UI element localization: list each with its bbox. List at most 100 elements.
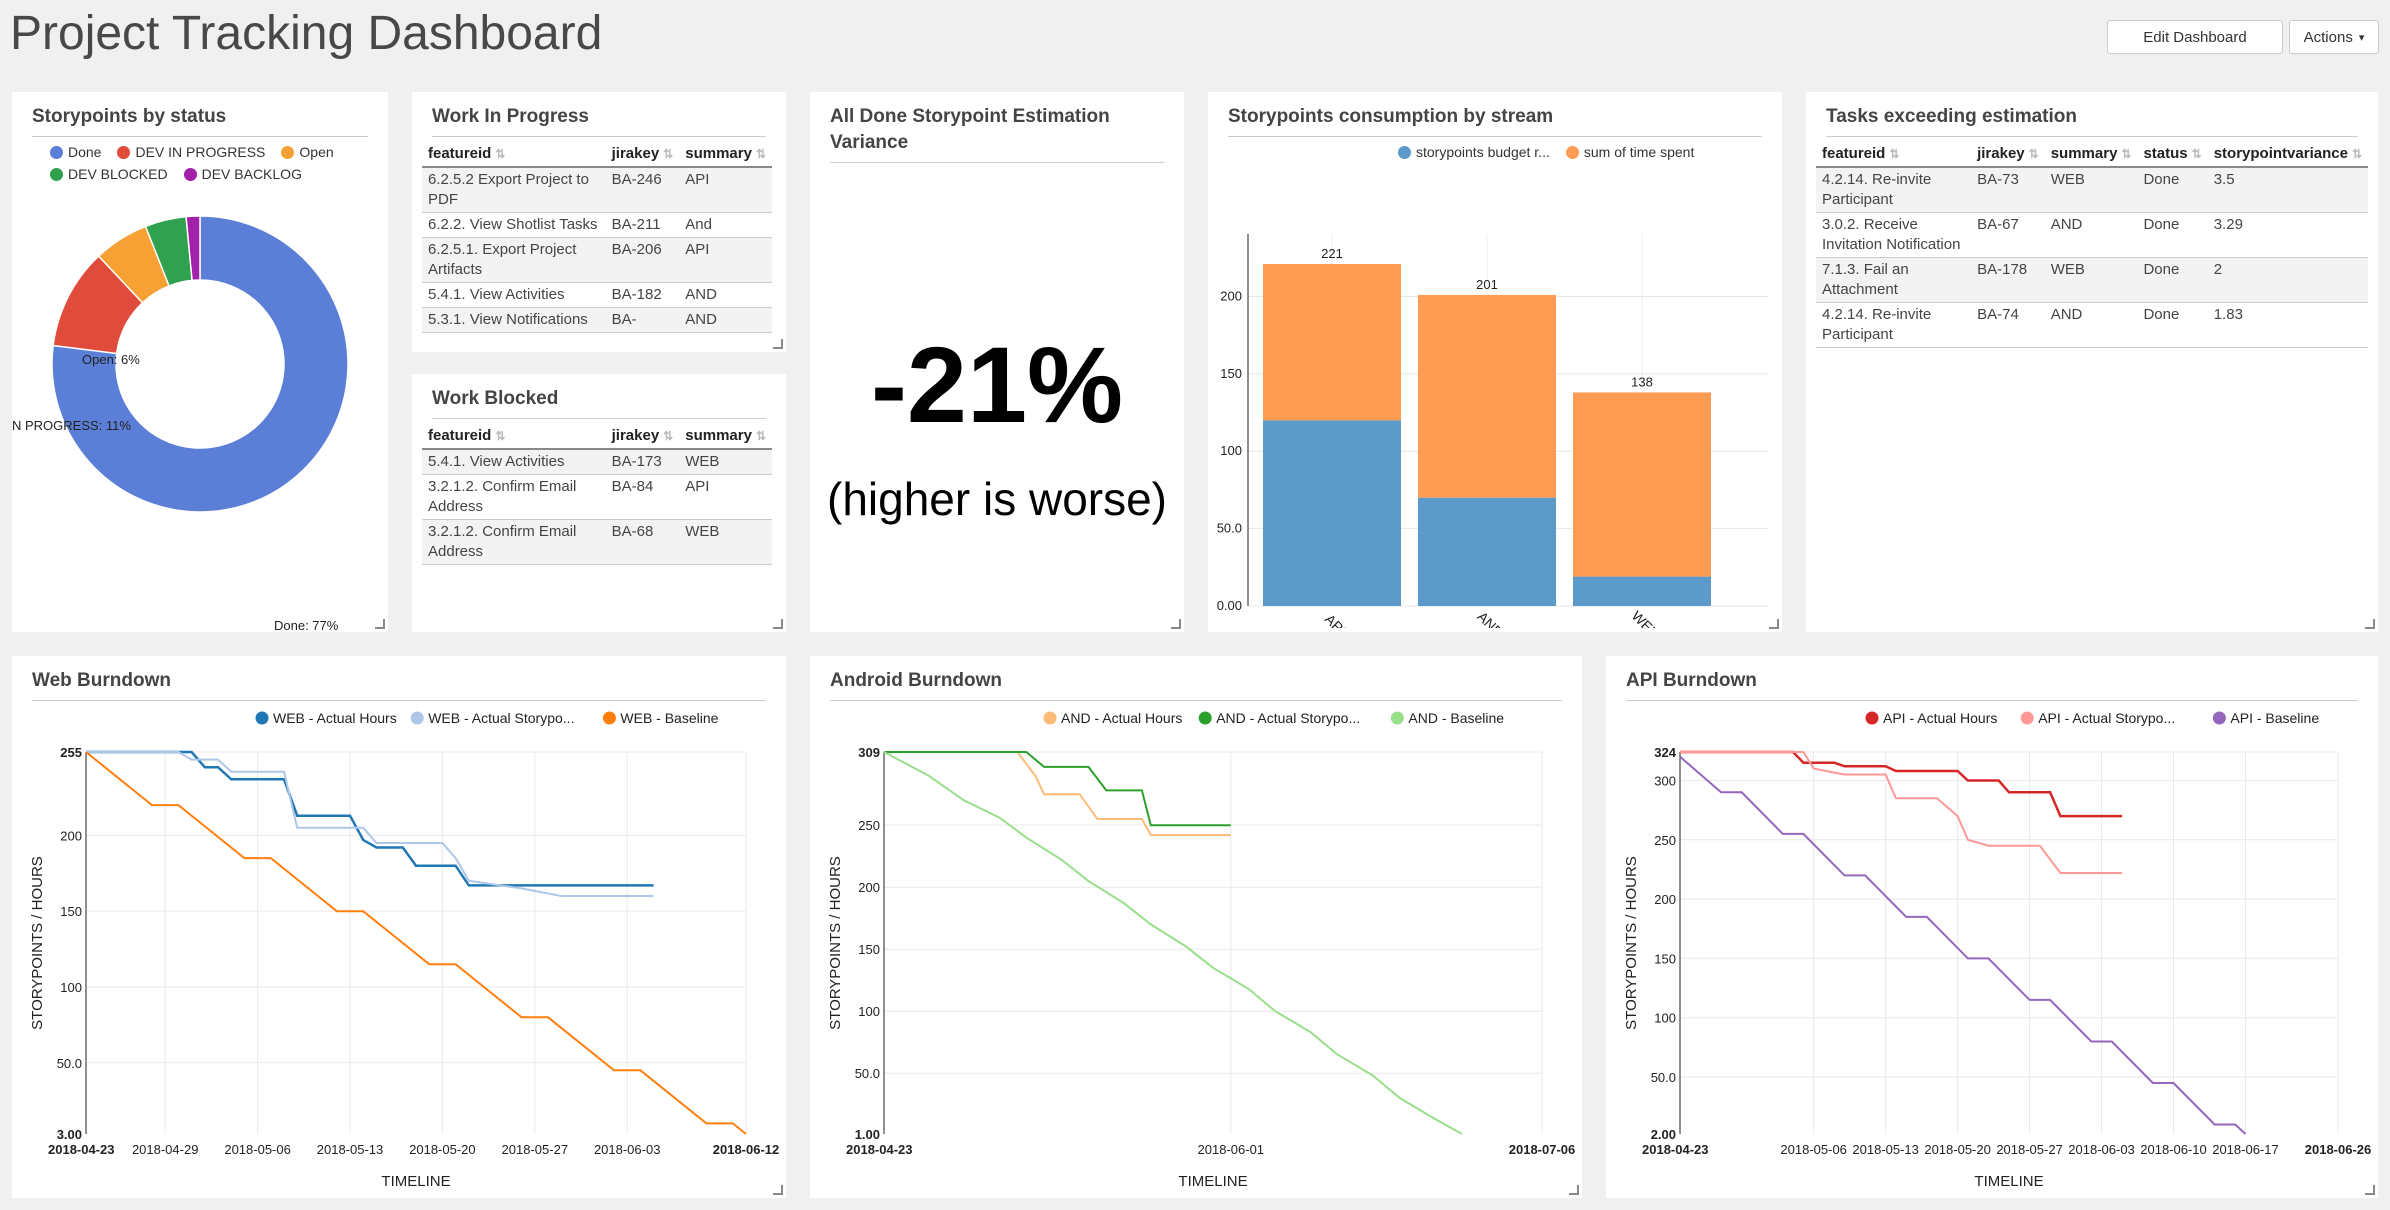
legend-label: DEV BACKLOG (201, 166, 302, 182)
legend-dot-icon (1398, 145, 1411, 159)
sort-icon[interactable]: ⇅ (663, 147, 673, 161)
y-axis-label: STORYPOINTS / HOURS (1623, 856, 1640, 1030)
series-line-web-baseline (85, 751, 747, 1135)
sort-icon[interactable]: ⇅ (2029, 147, 2039, 161)
sort-icon[interactable]: ⇅ (663, 429, 673, 443)
android-burndown-panel: Android Burndown AND - Actual Hours AND -… (810, 656, 1582, 1198)
y-tick-label: 150 (1220, 366, 1242, 381)
legend-item-api-actual-storypo[interactable]: API - Actual Storypo... (2020, 710, 2175, 726)
column-header-summary[interactable]: summary ⇅ (679, 422, 772, 450)
table-row[interactable]: 6.2.2. View Shotlist Tasks BA-211 And (422, 212, 772, 238)
resize-handle[interactable] (1569, 1185, 1579, 1195)
legend-item-and-actual-storypo[interactable]: AND - Actual Storypo... (1198, 710, 1360, 726)
bar-total-label: 138 (1631, 374, 1653, 389)
sort-icon[interactable]: ⇅ (756, 147, 766, 161)
cell-status: Done (2137, 212, 2208, 258)
table-row[interactable]: 6.2.5.1. Export Project Artifacts BA-206 A… (422, 237, 772, 283)
x-tick-label: 2018-05-20 (1924, 1142, 1991, 1157)
cell-featureid: 3.0.2. Receive Invitation Notification (1816, 212, 1972, 258)
cell-jirakey: BA-67 (1971, 212, 2045, 258)
cell-featureid: 4.2.14. Re-invite Participant (1816, 302, 1972, 348)
legend-dot-icon (255, 711, 269, 725)
column-header-status[interactable]: status ⇅ (2137, 140, 2208, 168)
sort-icon[interactable]: ⇅ (495, 429, 505, 443)
legend-item-api-actual-hours[interactable]: API - Actual Hours (1865, 710, 1998, 726)
x-tick-label: 2018-05-06 (224, 1142, 291, 1157)
status-legend-item[interactable]: DEV IN PROGRESS (117, 144, 265, 160)
cell-featureid: 5.4.1. View Activities (422, 449, 606, 475)
column-header-jirakey[interactable]: jirakey ⇅ (605, 422, 680, 450)
consumption-legend-item[interactable]: sum of time spent (1565, 144, 1694, 160)
table-row[interactable]: 4.2.14. Re-invite Participant BA-74 AND Don… (1816, 302, 2368, 348)
column-header-summary[interactable]: summary ⇅ (679, 140, 772, 168)
y-tick-label: 200 (858, 880, 880, 895)
x-axis-label: TIMELINE (1974, 1173, 2043, 1190)
cell-jirakey: BA-178 (1971, 257, 2045, 303)
table-row[interactable]: 3.2.1.2. Confirm Email Address BA-68 WEB (422, 519, 772, 565)
y-tick-label: 100 (1654, 1011, 1676, 1026)
sort-icon[interactable]: ⇅ (495, 147, 505, 161)
actions-dropdown-button[interactable]: Actions ▾ (2289, 20, 2379, 54)
table-row[interactable]: 4.2.14. Re-invite Participant BA-73 WEB Don… (1816, 167, 2368, 213)
series-line-and-actual-hours (884, 751, 1231, 837)
column-header-featureid[interactable]: featureid ⇅ (1816, 140, 1972, 168)
resize-handle[interactable] (375, 619, 385, 629)
consumption-legend-item[interactable]: storypoints budget r... (1398, 144, 1550, 160)
cell-status: Done (2137, 167, 2208, 213)
y-tick-label: 50.0 (855, 1066, 880, 1081)
legend-item-api-baseline[interactable]: API - Baseline (2212, 710, 2319, 726)
cell-summary: AND (2044, 212, 2138, 258)
table-row[interactable]: 7.1.3. Fail an Attachment BA-178 WEB Done 2 (1816, 257, 2368, 303)
variance-note: (higher is worse) (827, 473, 1167, 525)
wip-table-scroll[interactable]: featureid ⇅ jirakey ⇅ summary ⇅ 6.2.5.2 Export… (422, 140, 784, 340)
column-header-jirakey[interactable]: jirakey ⇅ (605, 140, 680, 168)
legend-label: DEV IN PROGRESS (135, 144, 266, 160)
sort-icon[interactable]: ⇅ (756, 429, 766, 443)
column-header-storypointvariance[interactable]: storypointvariance ⇅ (2207, 140, 2368, 168)
column-header-jirakey[interactable]: jirakey ⇅ (1971, 140, 2045, 168)
resize-handle[interactable] (2365, 619, 2375, 629)
legend-item-web-actual-storypo[interactable]: WEB - Actual Storypo... (410, 710, 575, 726)
status-legend-item[interactable]: DEV BACKLOG (183, 166, 302, 182)
status-legend-item[interactable]: Done (50, 144, 101, 160)
bar-and-storypoints-budget-r (1418, 497, 1556, 606)
sort-icon[interactable]: ⇅ (2192, 147, 2202, 161)
y-tick-label: 100 (60, 980, 82, 995)
table-row[interactable]: 6.2.5.2 Export Project to PDF BA-246 API (422, 167, 772, 213)
sort-icon[interactable]: ⇅ (1889, 147, 1899, 161)
tasks-exceeding-panel: Tasks exceeding estimation featureid ⇅ jir… (1806, 92, 2378, 632)
resize-handle[interactable] (773, 619, 783, 629)
resize-handle[interactable] (1171, 619, 1181, 629)
resize-handle[interactable] (773, 1185, 783, 1195)
sort-icon[interactable]: ⇅ (2352, 147, 2362, 161)
y-tick-label: 200 (1654, 892, 1676, 907)
edit-dashboard-button[interactable]: Edit Dashboard (2107, 20, 2283, 54)
resize-handle[interactable] (2365, 1185, 2375, 1195)
panel-title: All Done Storypoint Estimation Variance (830, 104, 1164, 163)
table-row[interactable]: 5.4.1. View Activities BA-173 WEB (422, 449, 772, 475)
column-header-summary[interactable]: summary ⇅ (2044, 140, 2138, 168)
sort-icon[interactable]: ⇅ (2121, 147, 2131, 161)
bar-legend: storypoints budget r... sum of time spent (1398, 144, 1710, 166)
resize-handle[interactable] (773, 339, 783, 349)
x-tick-label: 2018-06-01 (1198, 1142, 1265, 1157)
legend-label: AND - Baseline (1408, 710, 1504, 726)
table-row[interactable]: 5.3.1. View Notifications BA- AND (422, 307, 772, 333)
x-axis-label: TIMELINE (381, 1173, 450, 1190)
column-header-featureid[interactable]: featureid ⇅ (422, 422, 606, 450)
blocked-table-scroll[interactable]: featureid ⇅ jirakey ⇅ summary ⇅ 5.4.1. View Ac… (422, 422, 784, 622)
series-line-web-actual-storypo (86, 751, 654, 897)
table-row[interactable]: 3.2.1.2. Confirm Email Address BA-84 API (422, 474, 772, 520)
resize-handle[interactable] (1769, 619, 1779, 629)
legend-item-and-baseline[interactable]: AND - Baseline (1390, 710, 1504, 726)
legend-item-web-actual-hours[interactable]: WEB - Actual Hours (255, 710, 397, 726)
consumption-panel: Storypoints consumption by stream storyp… (1208, 92, 1782, 632)
work-blocked-panel: Work Blocked featureid ⇅ jirakey ⇅ summary ⇅ 5… (412, 374, 786, 632)
column-header-featureid[interactable]: featureid ⇅ (422, 140, 606, 168)
table-row[interactable]: 3.0.2. Receive Invitation Notification BA… (1816, 212, 2368, 258)
status-legend-item[interactable]: DEV BLOCKED (50, 166, 168, 182)
status-legend-item[interactable]: Open (281, 144, 334, 160)
table-row[interactable]: 5.4.1. View Activities BA-182 AND (422, 282, 772, 308)
legend-item-and-actual-hours[interactable]: AND - Actual Hours (1043, 710, 1183, 726)
legend-item-web-baseline[interactable]: WEB - Baseline (602, 710, 719, 726)
